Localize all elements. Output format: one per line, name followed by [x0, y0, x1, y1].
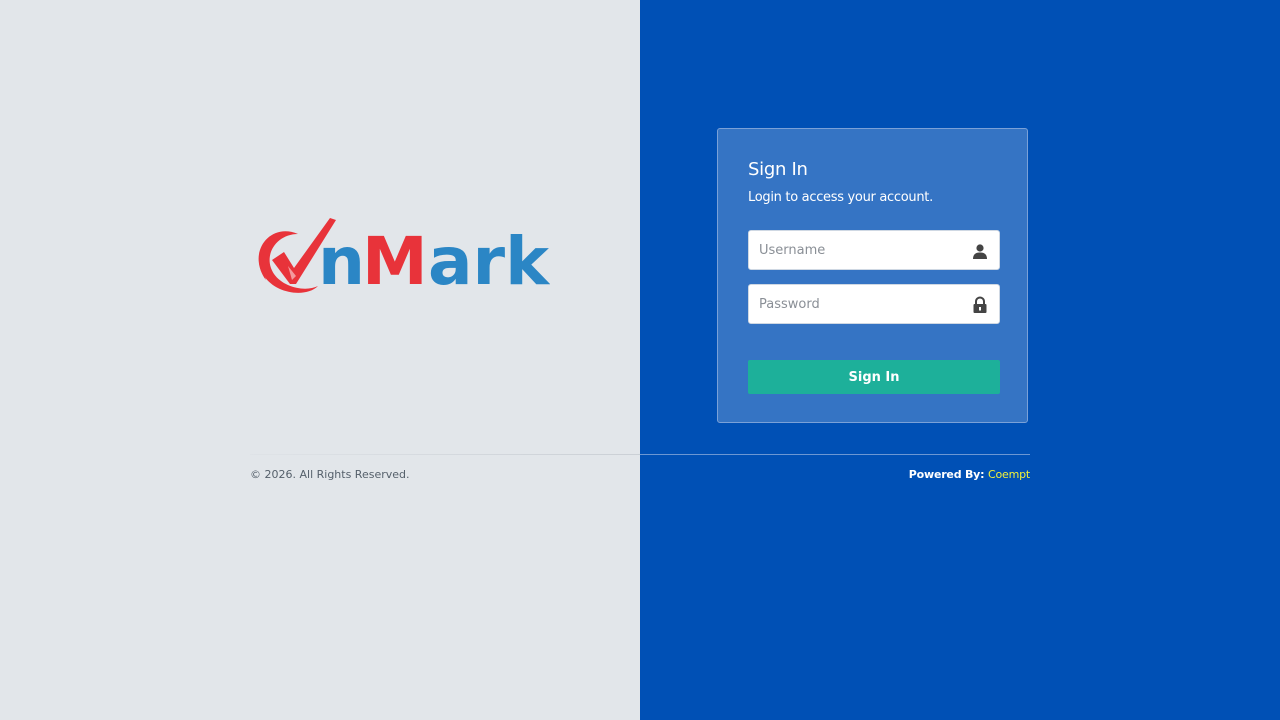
username-field — [748, 230, 1000, 270]
login-title: Sign In — [748, 159, 808, 180]
logo-letter-n: n — [318, 223, 365, 300]
password-input[interactable] — [749, 285, 999, 323]
login-page: n M ark Sign In Login to access your acc… — [0, 0, 1280, 720]
logo-letters-ark: ark — [428, 223, 550, 300]
password-field — [748, 284, 1000, 324]
login-card: Sign In Login to access your account. Us… — [717, 128, 1028, 423]
footer-divider-right — [640, 454, 1030, 455]
sign-in-button[interactable]: Sign In — [748, 360, 1000, 394]
powered-by-label: Powered By: — [908, 468, 985, 481]
coempt-link[interactable]: Coempt — [988, 468, 1030, 481]
powered-by: Powered By: Coempt — [909, 468, 1030, 481]
logo-letter-m: M — [362, 223, 428, 300]
username-input[interactable] — [749, 231, 999, 269]
login-subtitle: Login to access your account. — [748, 190, 933, 205]
footer-divider-left — [250, 454, 640, 455]
copyright-text: © 2026. All Rights Reserved. — [250, 468, 410, 481]
user-icon — [971, 242, 989, 260]
onmark-logo: n M ark — [250, 212, 550, 302]
lock-icon — [971, 296, 989, 314]
left-panel — [0, 0, 640, 720]
